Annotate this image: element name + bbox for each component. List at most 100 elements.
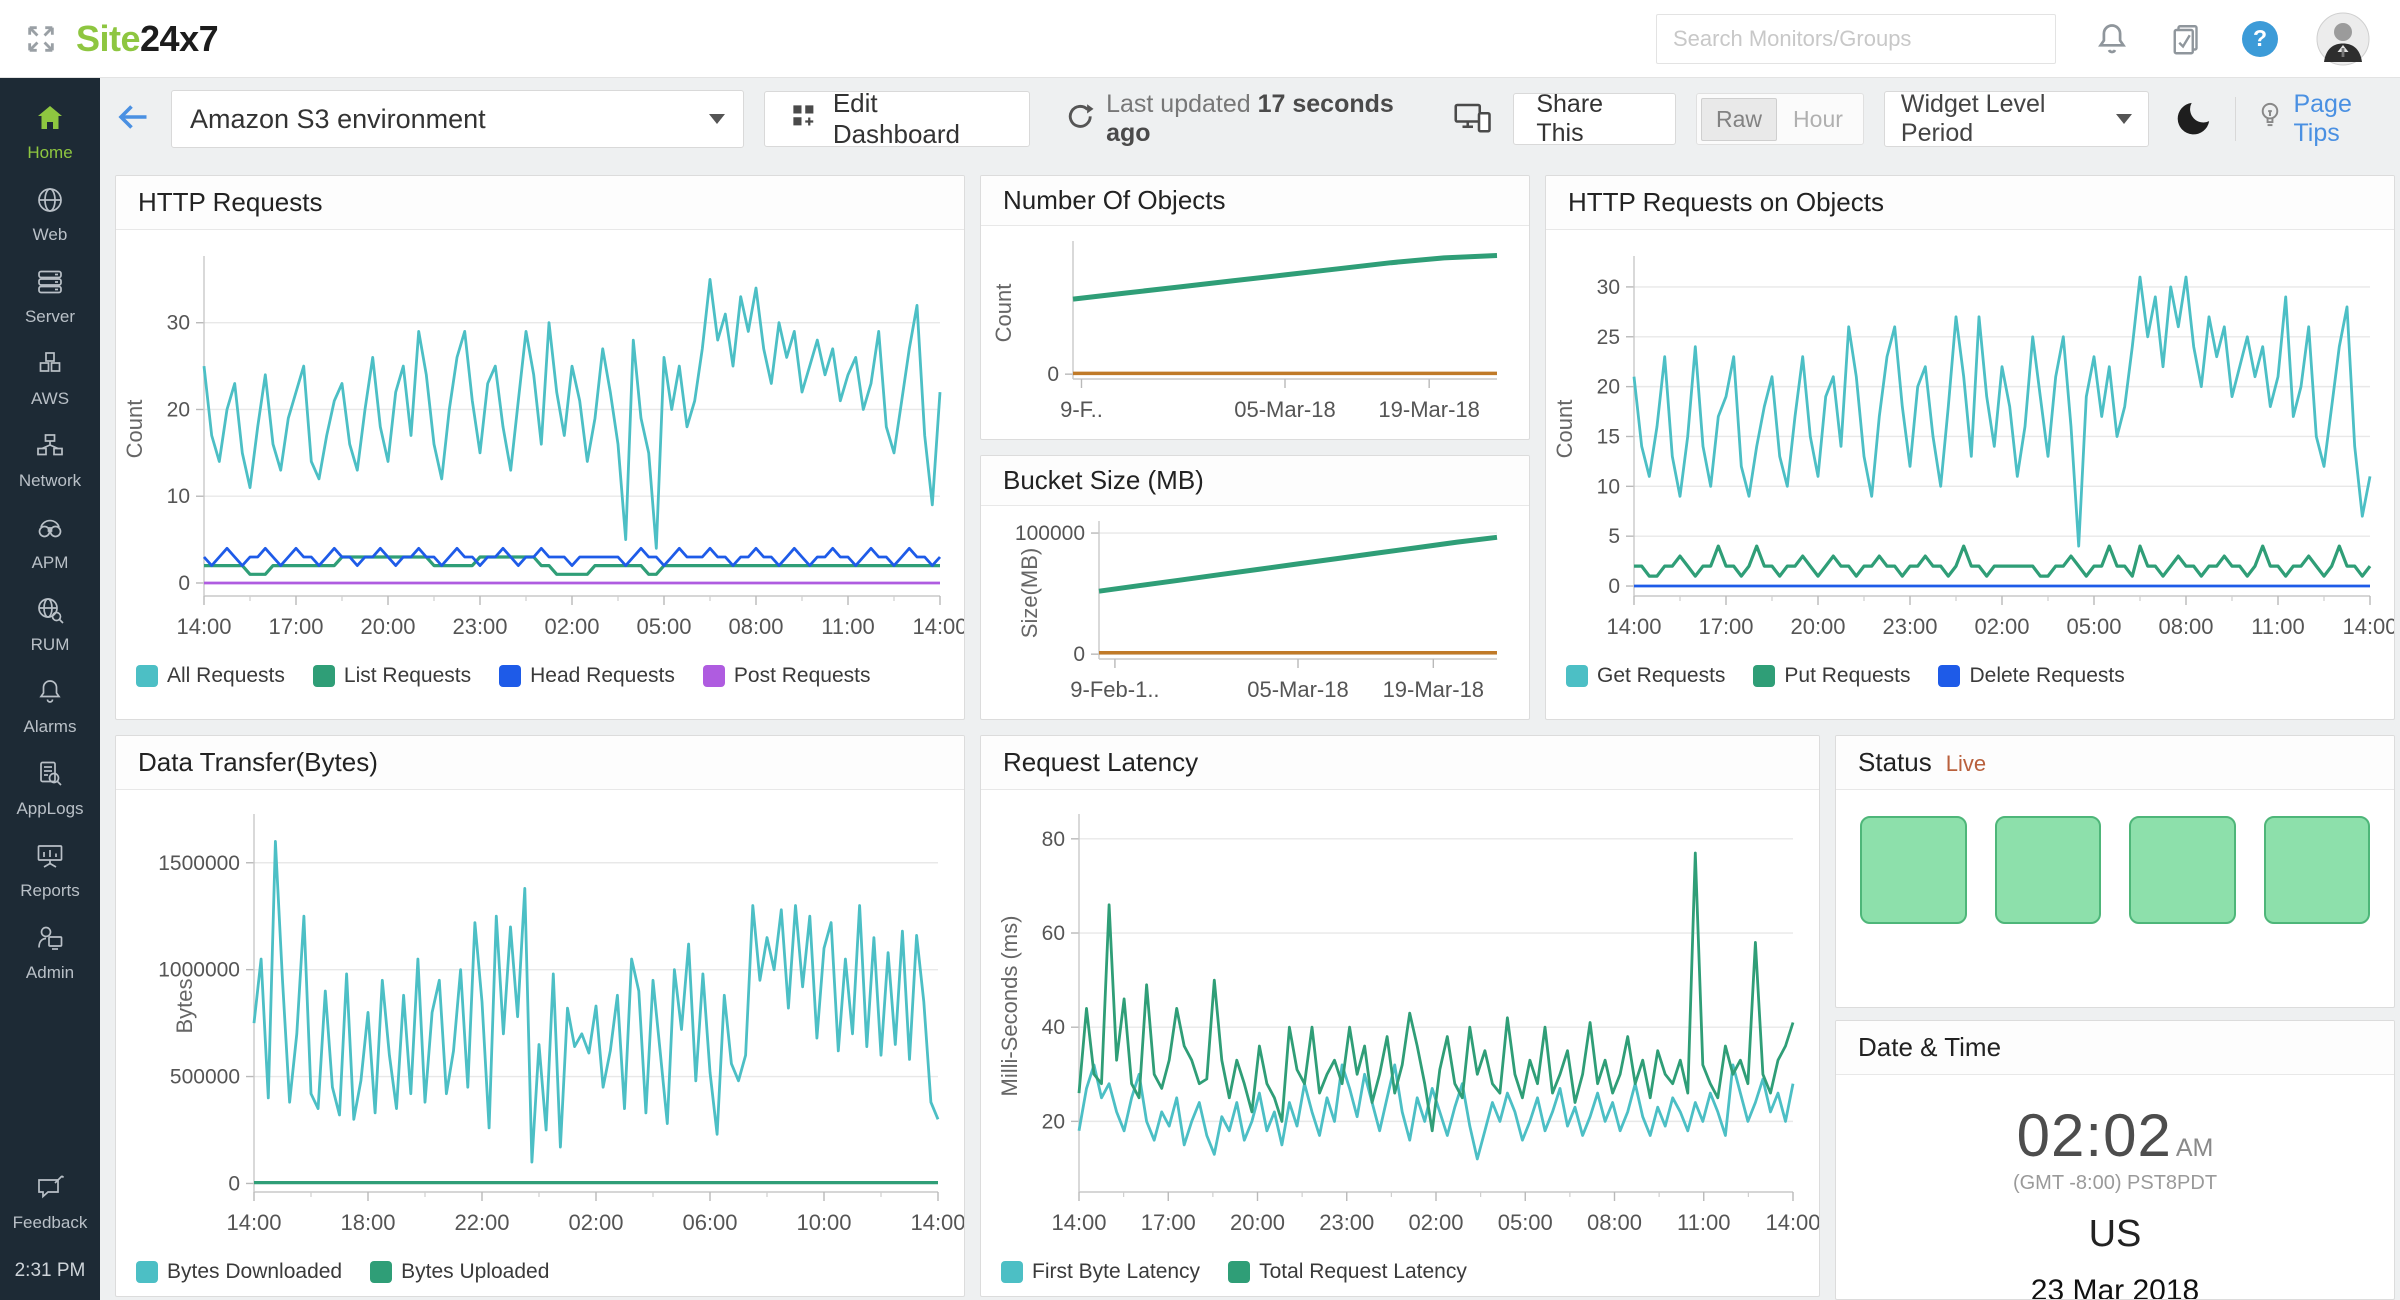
top-bar: Site24x7 ? [0, 0, 2400, 78]
svg-text:11:00: 11:00 [2251, 614, 2304, 639]
sidebar-item-apm[interactable]: APM [0, 502, 100, 584]
feedback-icon [35, 1173, 65, 1208]
dark-mode-moon-icon[interactable] [2175, 97, 2215, 142]
sidebar-item-aws[interactable]: AWS [0, 338, 100, 420]
svg-text:0: 0 [1073, 643, 1085, 666]
svg-text:23:00: 23:00 [452, 614, 507, 639]
widget-level-period-selector[interactable]: Widget Level Period [1884, 91, 2149, 147]
legend-swatch [499, 665, 521, 687]
chart-canvas: 09-F..05-Mar-1819-Mar-18Count [981, 231, 1529, 433]
sidebar-item-web[interactable]: Web [0, 174, 100, 256]
legend-item[interactable]: Head Requests [499, 664, 675, 688]
legend-item[interactable]: Bytes Downloaded [136, 1260, 342, 1284]
svg-text:80: 80 [1042, 828, 1065, 851]
aws-cubes-icon [35, 349, 65, 384]
svg-text:02:00: 02:00 [544, 614, 599, 639]
help-icon[interactable]: ? [2242, 21, 2278, 57]
panel-title: HTTP Requests on Objects [1546, 176, 2394, 230]
sidebar-item-reports[interactable]: Reports [0, 830, 100, 912]
status-box[interactable] [2129, 816, 2236, 924]
svg-text:14:00: 14:00 [1051, 1210, 1106, 1235]
legend-swatch [1753, 665, 1775, 687]
number-of-objects-chart: 09-F..05-Mar-1819-Mar-18Count [981, 231, 1529, 433]
svg-text:10: 10 [1597, 475, 1620, 498]
share-this-button[interactable]: Share This [1513, 93, 1676, 145]
panel-title: Date & Time [1836, 1021, 2394, 1075]
svg-text:08:00: 08:00 [2158, 614, 2213, 639]
svg-text:08:00: 08:00 [1587, 1210, 1642, 1235]
dashboard-selector[interactable]: Amazon S3 environment [171, 90, 744, 148]
svg-text:19-Mar-18: 19-Mar-18 [1378, 397, 1479, 422]
sidebar-item-applogs[interactable]: AppLogs [0, 748, 100, 830]
panel-number-of-objects: Number Of Objects 09-F..05-Mar-1819-Mar-… [980, 175, 1530, 440]
legend-swatch [1001, 1261, 1023, 1283]
legend-label: Total Request Latency [1259, 1260, 1467, 1284]
svg-text:0: 0 [1047, 363, 1059, 386]
tasks-icon[interactable] [2168, 21, 2204, 57]
legend-label: Post Requests [734, 664, 871, 688]
sidebar-item-server[interactable]: Server [0, 256, 100, 338]
svg-text:Size(MB): Size(MB) [1017, 548, 1042, 638]
devices-icon[interactable] [1453, 99, 1493, 140]
legend-item[interactable]: Total Request Latency [1228, 1260, 1467, 1284]
page-tips-button[interactable]: Page Tips [2255, 90, 2400, 148]
svg-text:17:00: 17:00 [1698, 614, 1753, 639]
svg-text:05-Mar-18: 05-Mar-18 [1247, 677, 1348, 702]
legend-item[interactable]: First Byte Latency [1001, 1260, 1200, 1284]
back-arrow-icon[interactable] [115, 99, 151, 140]
svg-text:05:00: 05:00 [636, 614, 691, 639]
panel-title: Status Live [1836, 736, 2394, 790]
status-box[interactable] [2264, 816, 2371, 924]
legend-item[interactable]: All Requests [136, 664, 285, 688]
status-box[interactable] [1860, 816, 1967, 924]
legend-item[interactable]: Put Requests [1753, 664, 1910, 688]
chart-legend: Bytes Downloaded Bytes Uploaded [116, 1252, 964, 1284]
panel-title: Number Of Objects [981, 176, 1529, 226]
date-time-body: 02:02 AM (GMT -8:00) PST8PDT US 23 Mar 2… [1836, 1075, 2394, 1300]
notifications-bell-icon[interactable] [2094, 21, 2130, 57]
site24x7-logo: Site24x7 [76, 18, 218, 60]
edit-dashboard-button[interactable]: Edit Dashboard [764, 91, 1030, 147]
legend-item[interactable]: Get Requests [1566, 664, 1725, 688]
legend-item[interactable]: Delete Requests [1938, 664, 2124, 688]
binoculars-icon [35, 513, 65, 548]
sidebar-item-admin[interactable]: Admin [0, 912, 100, 994]
bucket-size-chart: 01000009-Feb-1..05-Mar-1819-Mar-18Size(M… [981, 511, 1529, 713]
data-transfer-chart: 05000001000000150000014:0018:0022:0002:0… [116, 802, 964, 1252]
legend-swatch [136, 665, 158, 687]
legend-item[interactable]: Bytes Uploaded [370, 1260, 549, 1284]
admin-icon [35, 923, 65, 958]
sidebar-item-alarms[interactable]: Alarms [0, 666, 100, 748]
svg-text:0: 0 [228, 1172, 240, 1195]
clock-date: 23 Mar 2018 [2031, 1274, 2199, 1300]
refresh-control[interactable]: Last updated 17 seconds ago [1064, 90, 1433, 148]
svg-text:14:00: 14:00 [910, 1210, 964, 1235]
expand-icon[interactable] [24, 22, 58, 56]
svg-text:60: 60 [1042, 922, 1065, 945]
avatar[interactable] [2316, 12, 2370, 66]
hour-toggle[interactable]: Hour [1777, 99, 1859, 140]
svg-text:20: 20 [1042, 1110, 1065, 1133]
legend-item[interactable]: Post Requests [703, 664, 871, 688]
legend-label: Delete Requests [1969, 664, 2124, 688]
svg-text:14:00: 14:00 [226, 1210, 281, 1235]
raw-toggle[interactable]: Raw [1701, 98, 1777, 141]
legend-item[interactable]: List Requests [313, 664, 471, 688]
svg-text:14:00: 14:00 [912, 614, 964, 639]
sidebar-item-feedback[interactable]: Feedback [0, 1162, 100, 1244]
last-updated-text: Last updated 17 seconds ago [1106, 90, 1433, 148]
status-box[interactable] [1995, 816, 2102, 924]
svg-text:5: 5 [1608, 525, 1620, 548]
sidebar-item-home[interactable]: Home [0, 92, 100, 174]
chart-canvas: 05101520253014:0017:0020:0023:0002:0005:… [1546, 244, 2394, 656]
search-input[interactable] [1656, 14, 2056, 64]
svg-text:20: 20 [1597, 376, 1620, 399]
sidebar-item-network[interactable]: Network [0, 420, 100, 502]
home-icon [34, 103, 66, 138]
panel-title: Bucket Size (MB) [981, 456, 1529, 506]
live-badge: Live [1946, 737, 1986, 790]
svg-text:22:00: 22:00 [454, 1210, 509, 1235]
sidebar-item-rum[interactable]: RUM [0, 584, 100, 666]
alarm-bell-icon [35, 677, 65, 712]
panel-data-transfer: Data Transfer(Bytes) 0500000100000015000… [115, 735, 965, 1297]
